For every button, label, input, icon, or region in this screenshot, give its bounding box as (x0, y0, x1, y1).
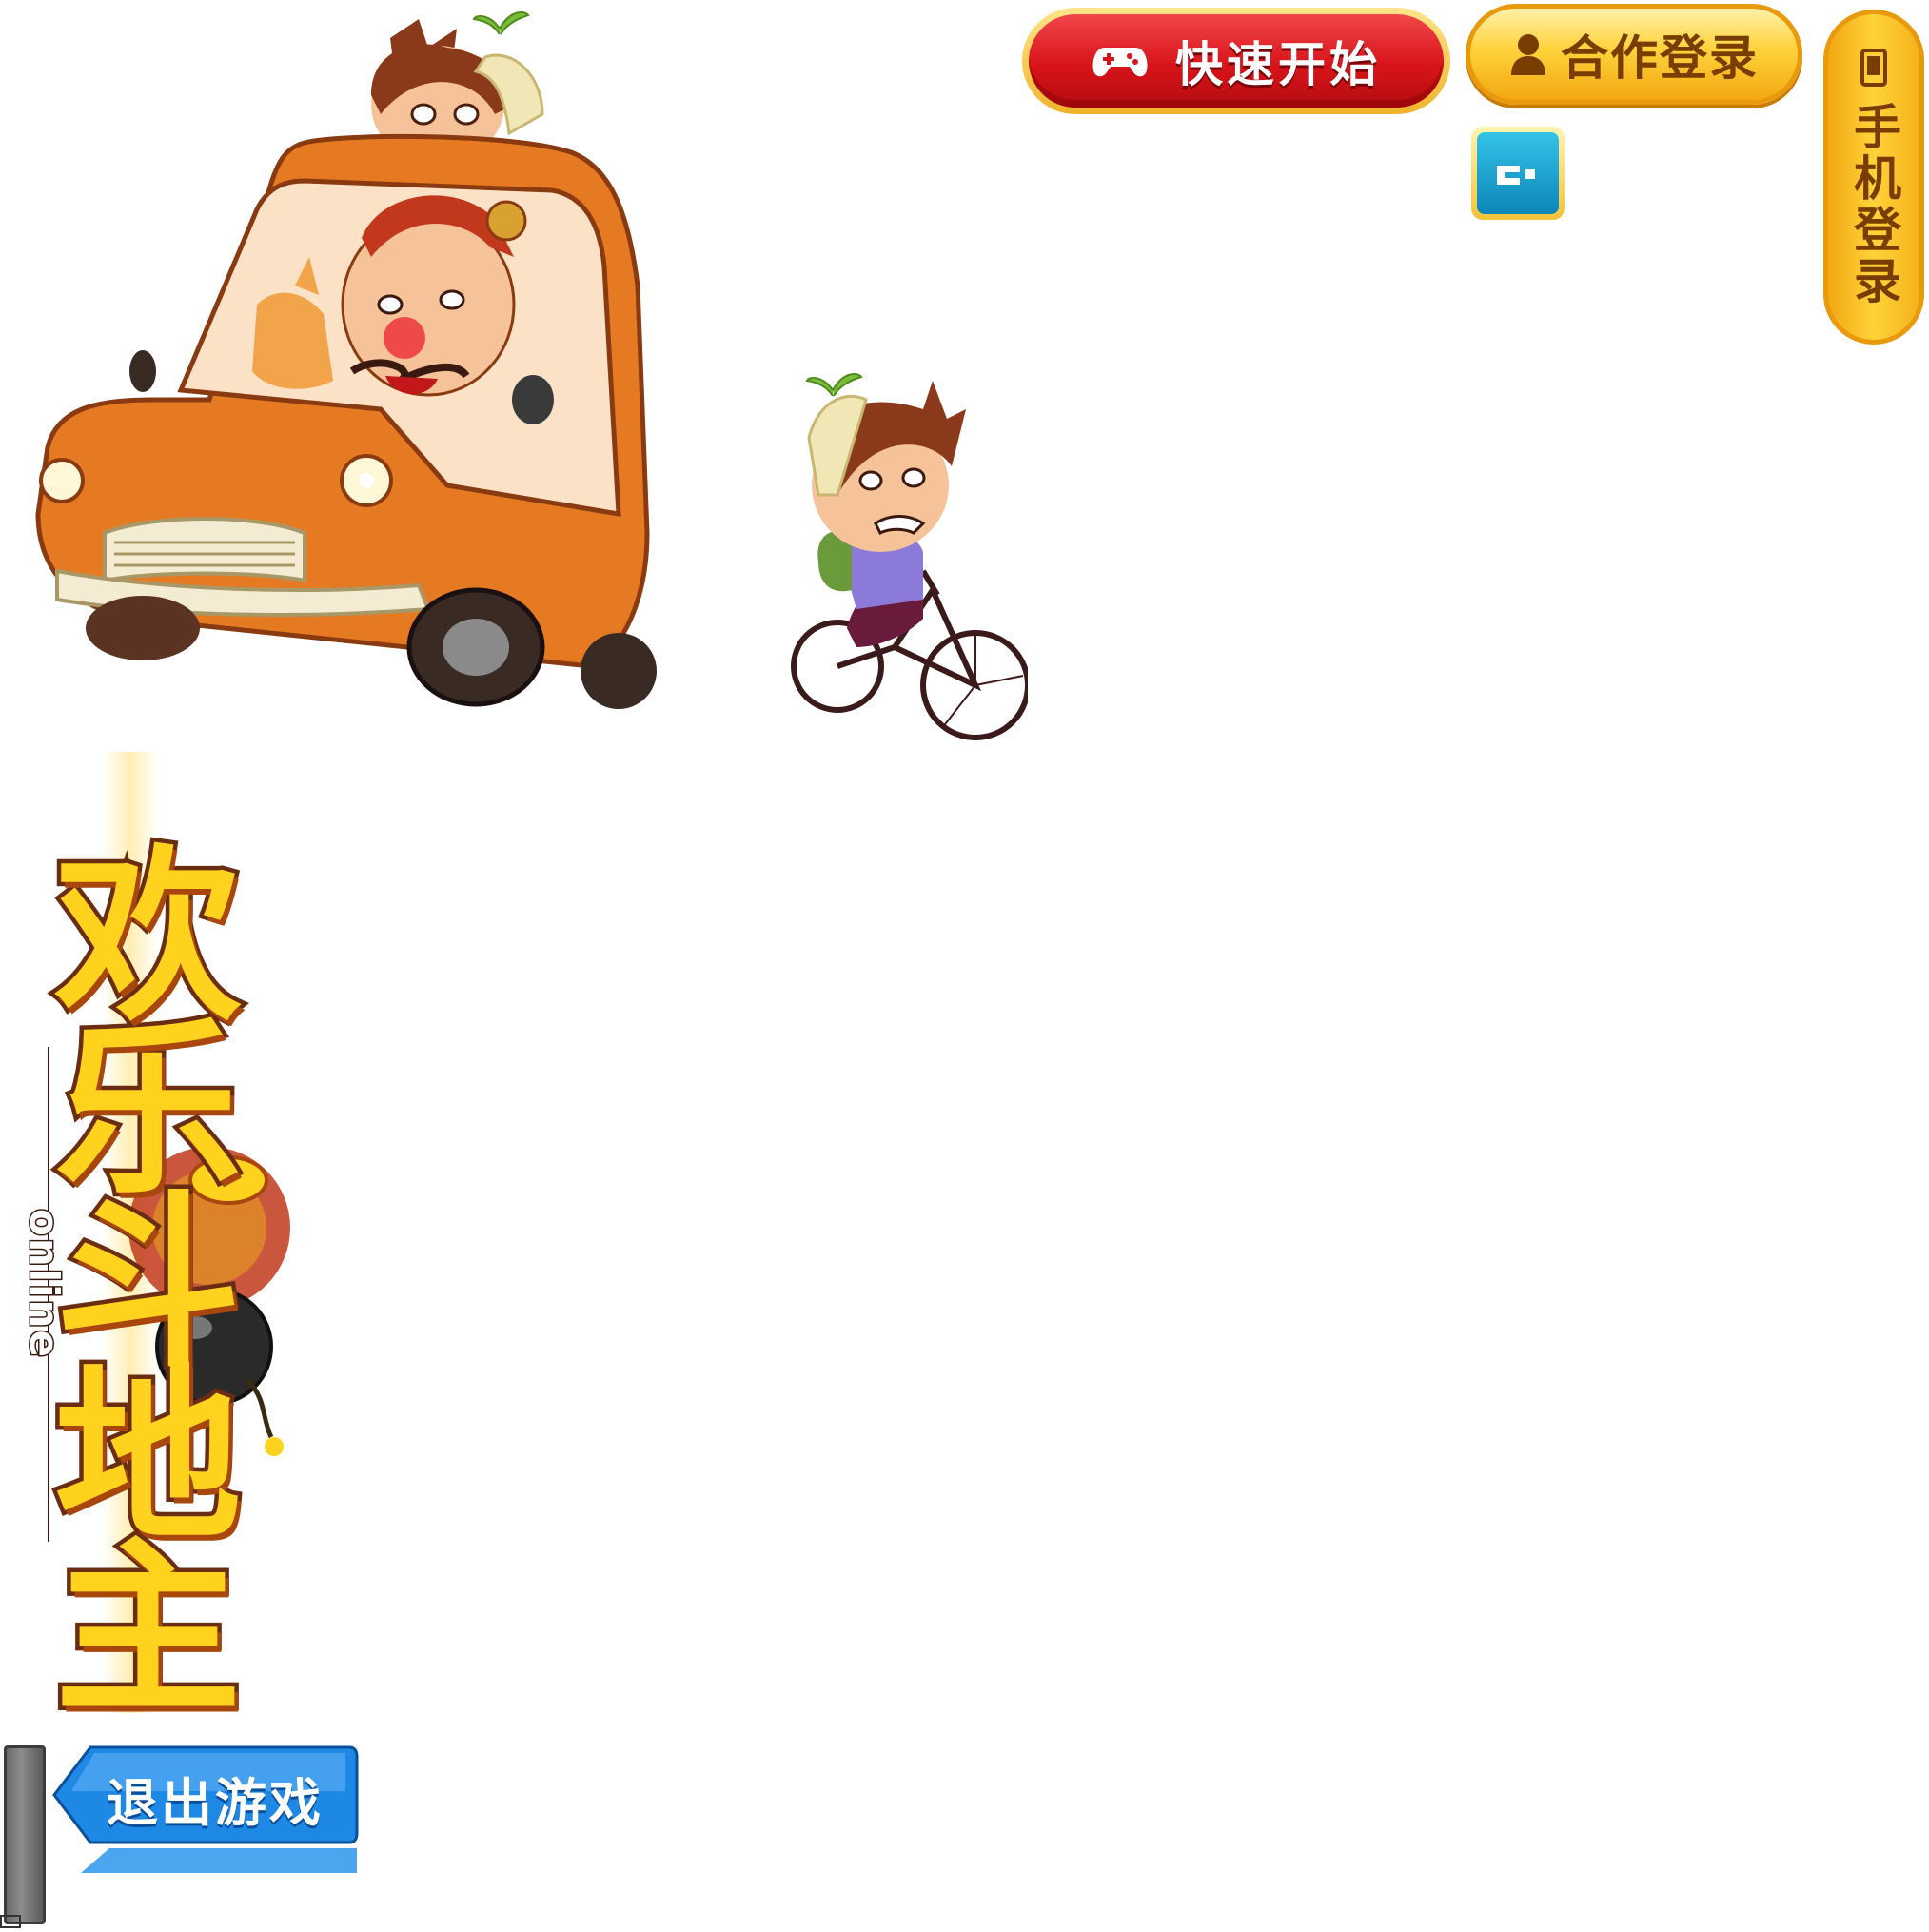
mobile-login-label: 手机登录 (1846, 102, 1901, 307)
info-button-face (1477, 132, 1559, 214)
info-icon (1497, 166, 1535, 185)
bike-boy-illustration (791, 373, 1028, 740)
window-icon (0, 1915, 21, 1928)
quick-start-button-face: 快速开始 (1029, 14, 1444, 108)
phone-icon (1860, 49, 1887, 87)
side-panel-handle[interactable] (4, 1745, 46, 1924)
user-icon (1511, 34, 1545, 75)
mobile-login-button[interactable]: 手机登录 (1823, 10, 1924, 345)
partner-login-label: 合作登录 (1561, 30, 1759, 86)
gamepad-icon (1092, 48, 1148, 77)
car-body (35, 133, 657, 709)
game-logo-subtitle: online (20, 1208, 69, 1361)
quick-start-button[interactable]: 快速开始 (1022, 8, 1450, 114)
car-characters-illustration (35, 11, 657, 709)
exit-game-label: 退出游戏 (107, 1773, 324, 1833)
quick-start-label: 快速开始 (1175, 37, 1381, 92)
partner-login-button[interactable]: 合作登录 (1466, 4, 1802, 105)
info-button[interactable] (1471, 127, 1565, 220)
